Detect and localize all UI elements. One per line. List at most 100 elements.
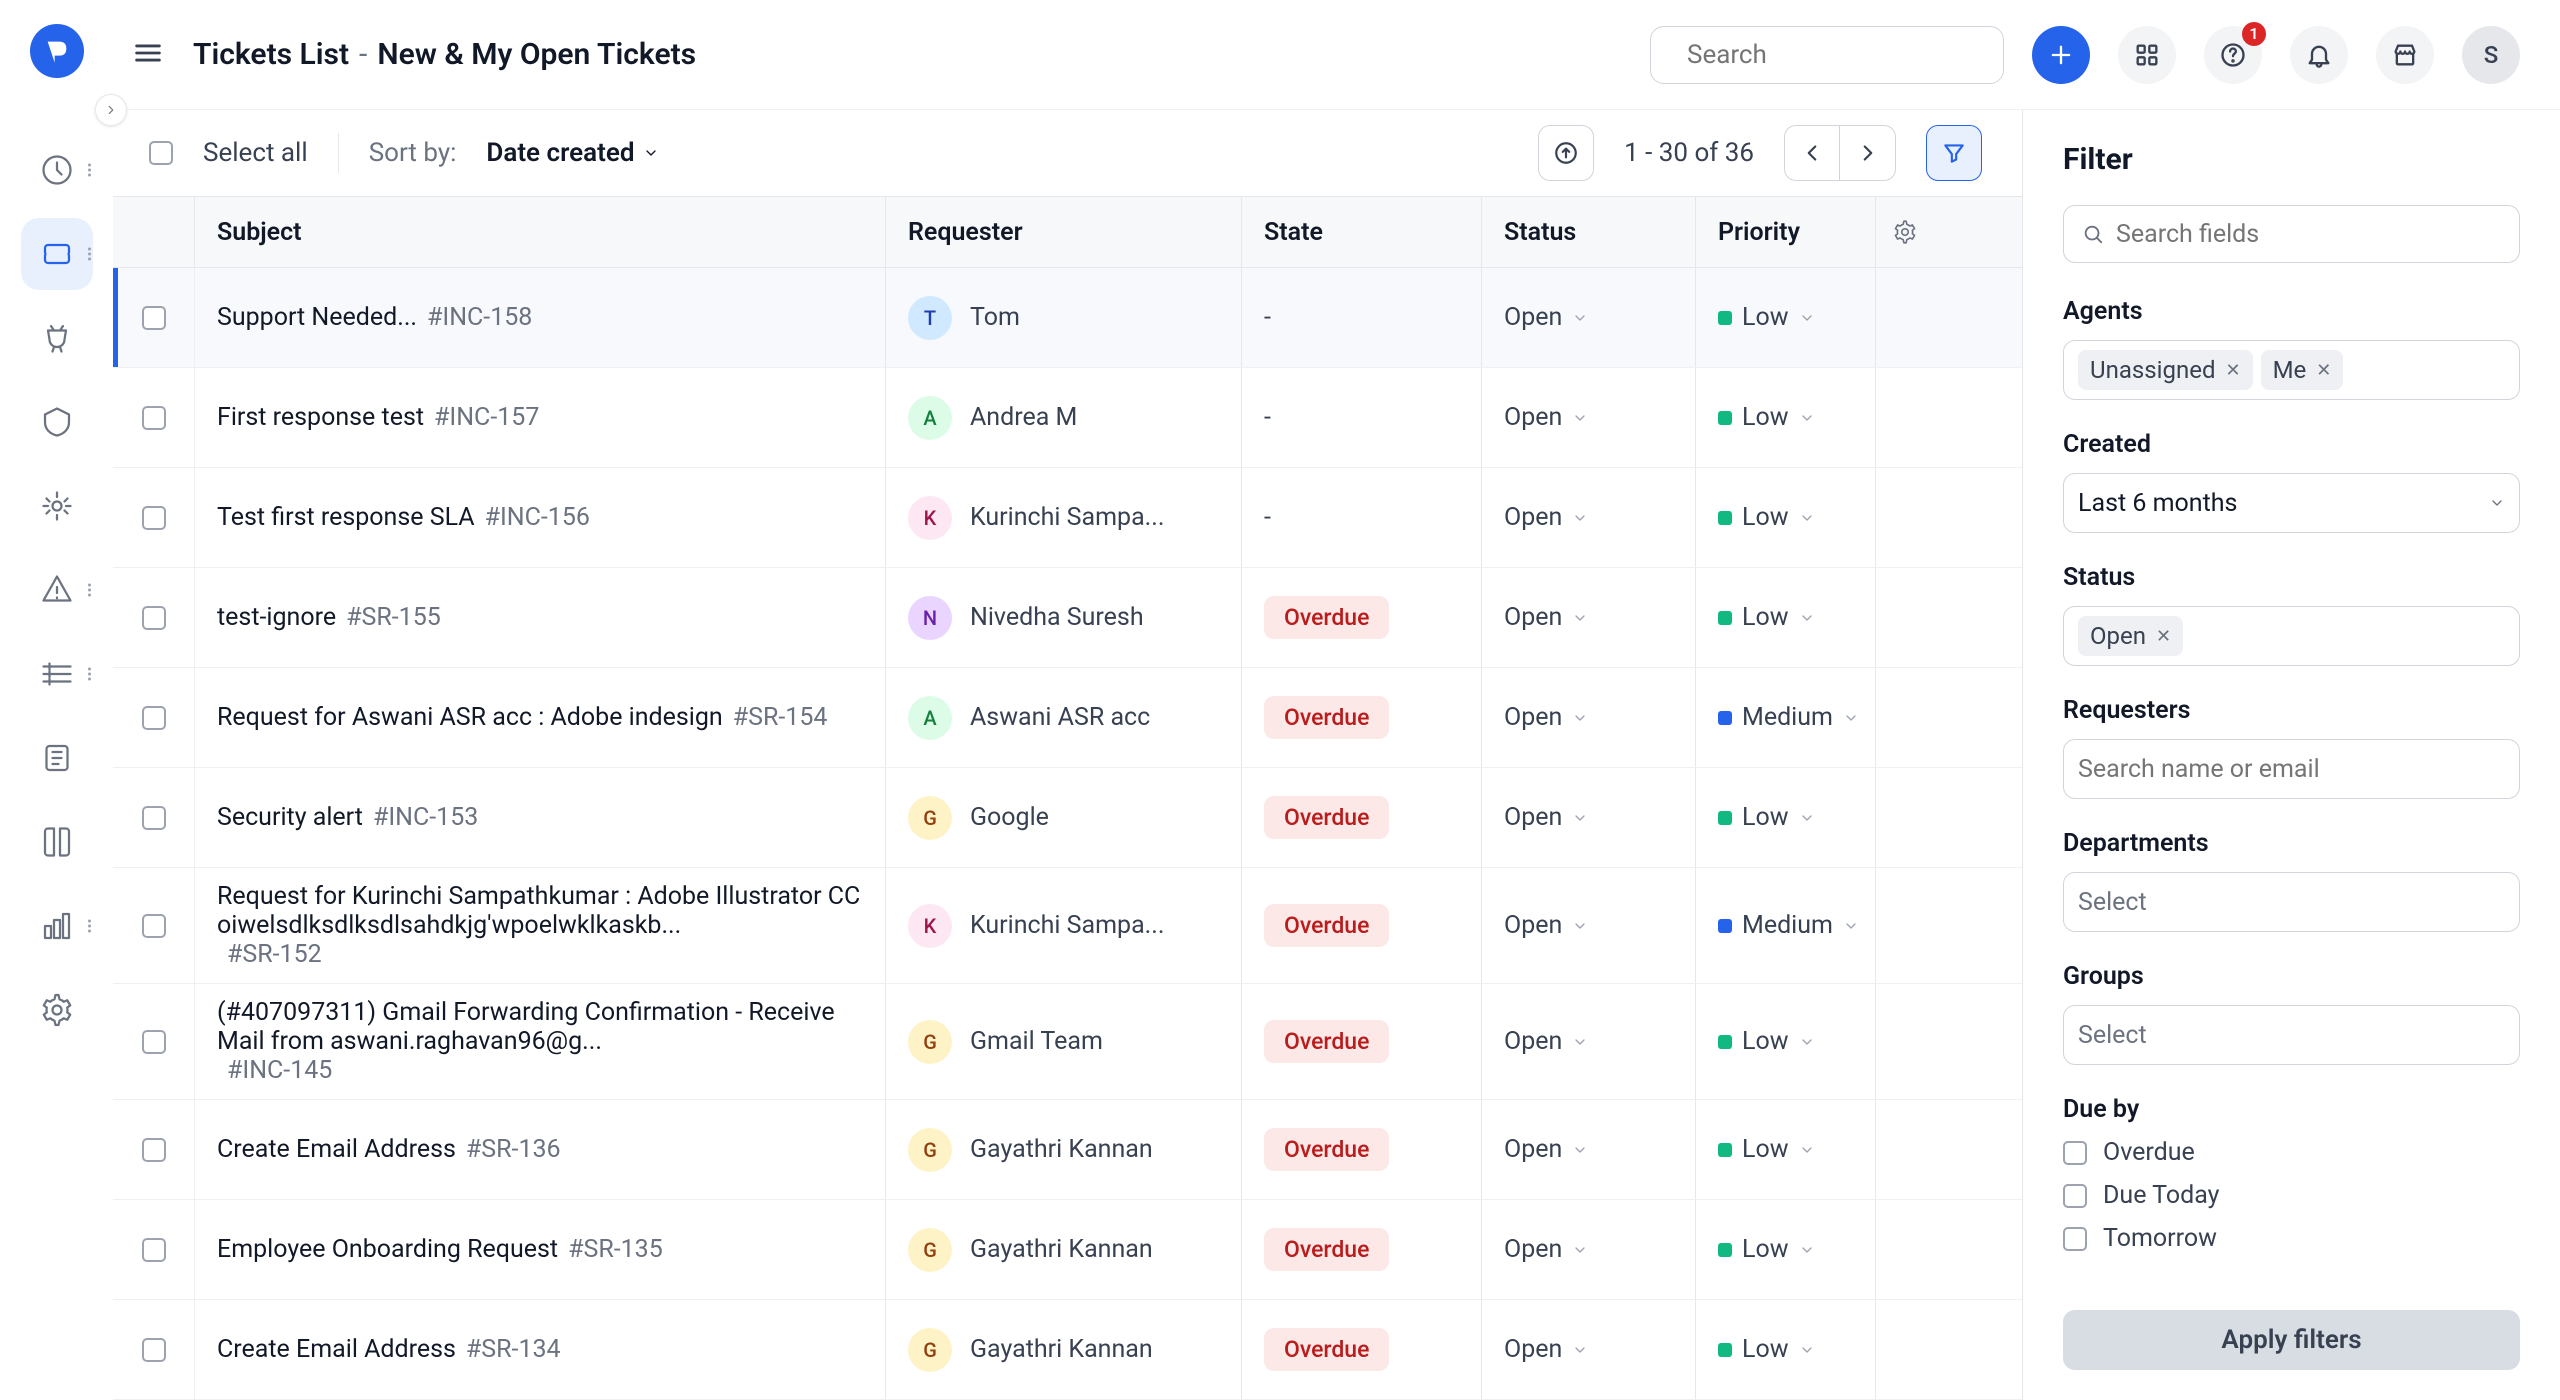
dueby-option[interactable]: Tomorrow xyxy=(2063,1224,2520,1253)
state-text: - xyxy=(1264,403,1271,432)
priority-dropdown[interactable]: Low xyxy=(1718,1135,1815,1164)
nav-changes[interactable] xyxy=(21,386,93,458)
dueby-checkbox[interactable] xyxy=(2063,1141,2087,1165)
table-row[interactable]: First response test#INC-157AAndrea M-Ope… xyxy=(113,368,2022,468)
nav-reports[interactable] xyxy=(21,890,93,962)
priority-dropdown[interactable]: Low xyxy=(1718,803,1815,832)
row-checkbox[interactable] xyxy=(142,806,166,830)
marketplace-button[interactable] xyxy=(2376,26,2434,84)
priority-dropdown[interactable]: Medium xyxy=(1718,703,1859,732)
table-row[interactable]: Support Needed...#INC-158TTom-OpenLow xyxy=(113,268,2022,368)
notifications-button[interactable] xyxy=(2290,26,2348,84)
nav-settings[interactable] xyxy=(21,974,93,1046)
chip-remove[interactable]: ✕ xyxy=(2316,360,2331,381)
dueby-checkbox[interactable] xyxy=(2063,1227,2087,1251)
table-row[interactable]: Employee Onboarding Request#SR-135GGayat… xyxy=(113,1200,2022,1300)
user-avatar[interactable]: S xyxy=(2462,26,2520,84)
toolbar-divider xyxy=(338,133,339,173)
help-button[interactable]: 1 xyxy=(2204,26,2262,84)
sort-by-value[interactable]: Date created xyxy=(486,138,658,168)
nav-dashboard[interactable] xyxy=(21,134,93,206)
filter-toggle-button[interactable] xyxy=(1926,125,1982,181)
status-dropdown[interactable]: Open xyxy=(1504,1027,1588,1056)
table-row[interactable]: (#407097311) Gmail Forwarding Confirmati… xyxy=(113,984,2022,1100)
filter-requesters-field[interactable] xyxy=(2063,739,2520,799)
new-ticket-button[interactable] xyxy=(2032,26,2090,84)
apps-button[interactable] xyxy=(2118,26,2176,84)
row-checkbox[interactable] xyxy=(142,914,166,938)
nav-alerts[interactable] xyxy=(21,554,93,626)
menu-toggle[interactable] xyxy=(131,36,165,74)
status-dropdown[interactable]: Open xyxy=(1504,803,1588,832)
chip-remove[interactable]: ✕ xyxy=(2225,360,2240,381)
priority-dropdown[interactable]: Low xyxy=(1718,403,1815,432)
priority-dropdown[interactable]: Low xyxy=(1718,1027,1815,1056)
filter-status-field[interactable]: Open✕ xyxy=(2063,606,2520,666)
table-row[interactable]: Security alert#INC-153GGoogleOverdueOpen… xyxy=(113,768,2022,868)
nav-solutions[interactable] xyxy=(21,722,93,794)
table-row[interactable]: Request for Kurinchi Sampathkumar : Adob… xyxy=(113,868,2022,984)
next-page-button[interactable] xyxy=(1840,125,1896,181)
column-state[interactable]: State xyxy=(1241,197,1481,267)
priority-dropdown[interactable]: Low xyxy=(1718,1335,1815,1364)
nav-tickets[interactable] xyxy=(21,218,93,290)
filter-agents-field[interactable]: Unassigned✕Me✕ xyxy=(2063,340,2520,400)
column-settings[interactable] xyxy=(1875,197,1933,267)
priority-dropdown[interactable]: Medium xyxy=(1718,911,1859,940)
filter-requesters-input[interactable] xyxy=(2078,755,2505,784)
table-row[interactable]: test-ignore#SR-155NNivedha SureshOverdue… xyxy=(113,568,2022,668)
filter-search[interactable] xyxy=(2063,205,2520,263)
prev-page-button[interactable] xyxy=(1784,125,1840,181)
nav-releases[interactable] xyxy=(21,470,93,542)
status-dropdown[interactable]: Open xyxy=(1504,603,1588,632)
filter-created-select[interactable]: Last 6 months xyxy=(2063,473,2520,533)
priority-dropdown[interactable]: Low xyxy=(1718,1235,1815,1264)
nav-knowledge[interactable] xyxy=(21,806,93,878)
priority-dropdown[interactable]: Low xyxy=(1718,303,1815,332)
status-dropdown[interactable]: Open xyxy=(1504,1235,1588,1264)
status-dropdown[interactable]: Open xyxy=(1504,503,1588,532)
expand-rail-button[interactable] xyxy=(95,94,127,126)
table-row[interactable]: Create Email Address#SR-134GGayathri Kan… xyxy=(113,1300,2022,1400)
status-dropdown[interactable]: Open xyxy=(1504,1335,1588,1364)
pagination-text: 1 - 30 of 36 xyxy=(1624,138,1754,168)
row-checkbox[interactable] xyxy=(142,406,166,430)
row-checkbox[interactable] xyxy=(142,606,166,630)
status-dropdown[interactable]: Open xyxy=(1504,303,1588,332)
priority-dropdown[interactable]: Low xyxy=(1718,603,1815,632)
row-checkbox[interactable] xyxy=(142,506,166,530)
row-checkbox[interactable] xyxy=(142,706,166,730)
column-priority[interactable]: Priority xyxy=(1695,197,1875,267)
row-checkbox[interactable] xyxy=(142,1338,166,1362)
priority-dropdown[interactable]: Low xyxy=(1718,503,1815,532)
status-dropdown[interactable]: Open xyxy=(1504,911,1588,940)
row-checkbox[interactable] xyxy=(142,1138,166,1162)
apply-filters-button[interactable]: Apply filters xyxy=(2063,1310,2520,1370)
nav-assets[interactable] xyxy=(21,638,93,710)
global-search[interactable] xyxy=(1650,26,2004,84)
global-search-input[interactable] xyxy=(1687,40,2021,70)
export-button[interactable] xyxy=(1538,125,1594,181)
column-status[interactable]: Status xyxy=(1481,197,1695,267)
row-checkbox[interactable] xyxy=(142,1030,166,1054)
column-subject[interactable]: Subject xyxy=(195,197,885,267)
table-row[interactable]: Test first response SLA#INC-156KKurinchi… xyxy=(113,468,2022,568)
status-dropdown[interactable]: Open xyxy=(1504,403,1588,432)
app-logo[interactable] xyxy=(30,24,84,78)
row-checkbox[interactable] xyxy=(142,306,166,330)
table-row[interactable]: Request for Aswani ASR acc : Adobe indes… xyxy=(113,668,2022,768)
chip-remove[interactable]: ✕ xyxy=(2156,626,2171,647)
status-dropdown[interactable]: Open xyxy=(1504,703,1588,732)
row-checkbox[interactable] xyxy=(142,1238,166,1262)
nav-problems[interactable] xyxy=(21,302,93,374)
column-requester[interactable]: Requester xyxy=(885,197,1241,267)
dueby-option[interactable]: Due Today xyxy=(2063,1181,2520,1210)
dueby-option[interactable]: Overdue xyxy=(2063,1138,2520,1167)
filter-groups-select[interactable]: Select xyxy=(2063,1005,2520,1065)
table-row[interactable]: Create Email Address#SR-136GGayathri Kan… xyxy=(113,1100,2022,1200)
dueby-checkbox[interactable] xyxy=(2063,1184,2087,1208)
filter-search-input[interactable] xyxy=(2116,220,2501,249)
filter-departments-select[interactable]: Select xyxy=(2063,872,2520,932)
status-dropdown[interactable]: Open xyxy=(1504,1135,1588,1164)
select-all-checkbox[interactable] xyxy=(149,141,173,165)
